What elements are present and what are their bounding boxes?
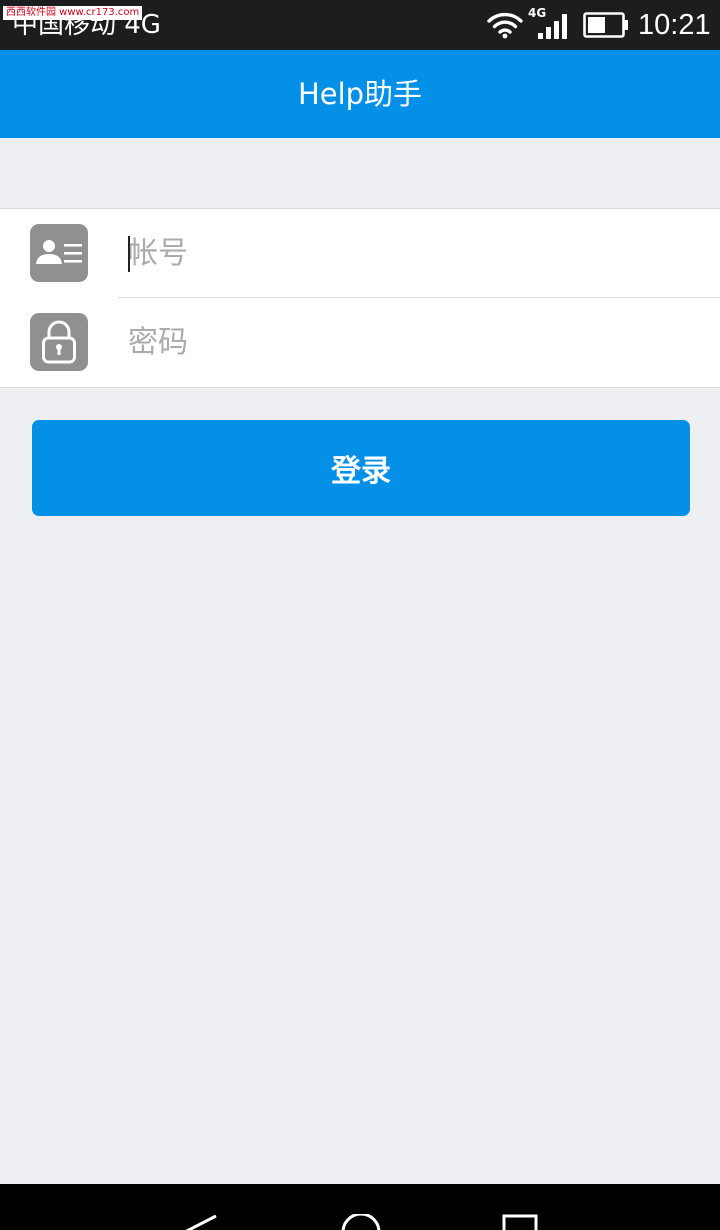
- password-row: [0, 298, 720, 387]
- watermark: 西西软件园 www.cr173.com: [3, 6, 143, 20]
- login-form: [0, 208, 720, 388]
- back-icon[interactable]: [176, 1214, 220, 1230]
- text-caret: [128, 236, 130, 272]
- app-bar: Help助手: [0, 50, 720, 138]
- account-input[interactable]: [128, 223, 688, 283]
- lock-icon: [30, 313, 88, 371]
- contact-card-icon: [30, 224, 88, 282]
- home-icon[interactable]: [340, 1214, 382, 1230]
- battery-icon: [583, 12, 628, 38]
- password-input[interactable]: [128, 312, 688, 372]
- clock: 10:21: [638, 9, 711, 41]
- status-bar: 中国移动 4G 西西软件园 www.cr173.com 4G 10:21: [0, 0, 720, 50]
- login-button[interactable]: 登录: [32, 420, 690, 516]
- account-row: [0, 209, 720, 298]
- navigation-bar: [0, 1184, 720, 1230]
- wifi-icon: [487, 12, 523, 39]
- app-title: Help助手: [297, 77, 423, 111]
- signal-icon: [538, 14, 567, 39]
- recents-icon[interactable]: [500, 1214, 540, 1230]
